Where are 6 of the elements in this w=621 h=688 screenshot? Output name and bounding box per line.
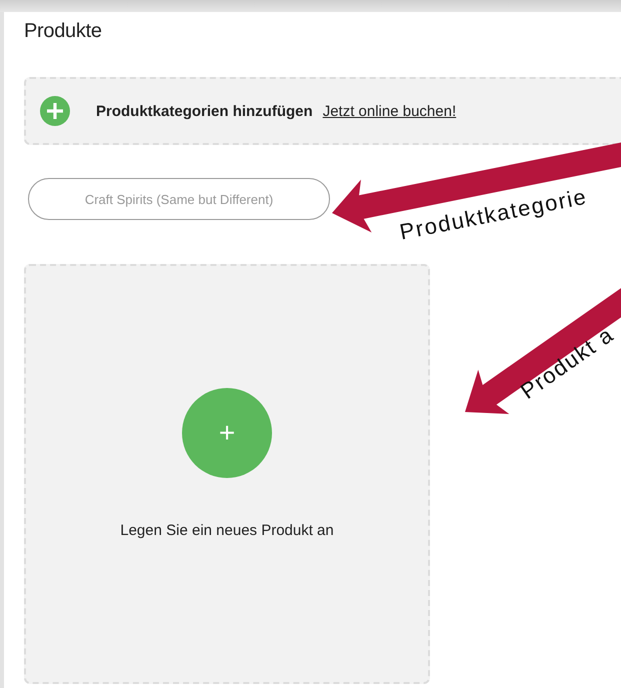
plus-circle-icon[interactable] <box>40 96 70 126</box>
banner-label: Produktkategorien hinzufügen <box>96 102 313 120</box>
page-title: Produkte <box>24 19 103 43</box>
new-product-label: Legen Sie ein neues Produkt an <box>120 522 334 539</box>
new-product-card[interactable]: + Legen Sie ein neues Produkt an <box>24 264 430 684</box>
book-online-link[interactable]: Jetzt online buchen! <box>322 102 456 120</box>
